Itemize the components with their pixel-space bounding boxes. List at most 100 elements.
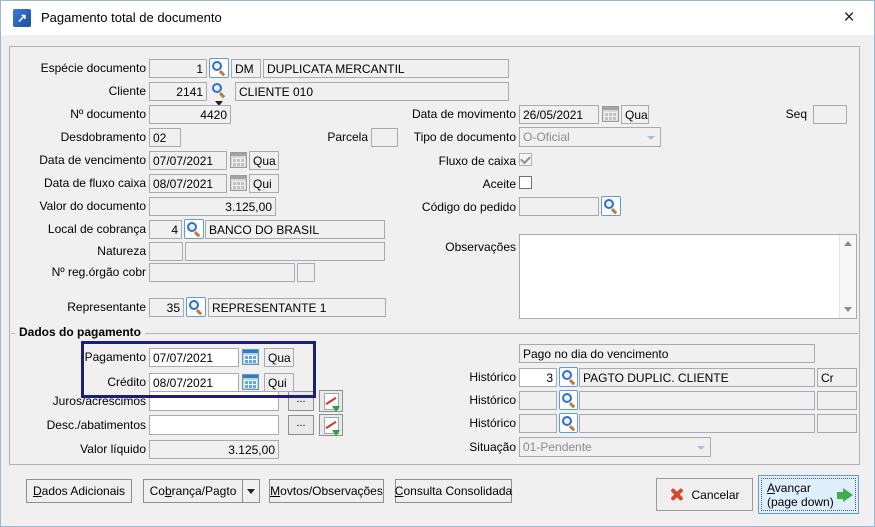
chevron-down-icon [647, 136, 655, 140]
movtos-observacoes-label: Movtos/Observações [270, 484, 383, 498]
search-icon [561, 370, 576, 384]
codigo-pedido-label: Código do pedido [421, 200, 516, 214]
num-documento-field: 4420 [149, 105, 231, 124]
seq-field [813, 105, 847, 124]
advance-arrow-icon [843, 487, 853, 502]
chevron-down-icon [247, 488, 255, 494]
data-movimento-field: 26/05/2021 [519, 105, 599, 124]
desdobramento-label: Desdobramento [60, 130, 146, 144]
cancelar-button[interactable]: Cancelar [656, 478, 753, 511]
historico1-desc-field: PAGTO DUPLIC. CLIENTE [579, 368, 815, 387]
parcela-label: Parcela [327, 130, 368, 144]
data-vencimento-label: Data de vencimento [39, 153, 146, 167]
consulta-consolidada-button[interactable]: Consulta Consolidada [395, 479, 512, 503]
historico1-tipo-field: Cr [817, 368, 857, 387]
chevron-down-icon [697, 446, 705, 450]
natureza-desc-field [185, 242, 385, 261]
num-reg-label: Nº reg.órgão cobr [51, 265, 146, 279]
search-icon [187, 222, 201, 236]
calendar-icon[interactable] [242, 374, 259, 390]
descontos-calc-button[interactable] [319, 414, 343, 436]
natureza-label: Natureza [97, 244, 146, 258]
descontos-input[interactable] [149, 415, 279, 435]
especie-code-field: DM [231, 59, 261, 78]
historico2-value-field [519, 391, 557, 410]
local-cobranca-value-field: 4 [149, 220, 182, 239]
especie-value-field: 1 [149, 59, 207, 78]
scrollbar[interactable] [839, 235, 856, 318]
historico3-label: Histórico [469, 416, 516, 430]
search-icon [604, 199, 618, 213]
tipo-documento-select: O-Oficial [519, 127, 661, 147]
window-title: Pagamento total de documento [41, 10, 222, 25]
cliente-value-field: 2141 [149, 82, 207, 101]
historico2-search-button[interactable] [559, 390, 578, 410]
pagamento-date-field[interactable]: 07/07/2021 [149, 348, 239, 367]
historico2-label: Histórico [469, 393, 516, 407]
credito-label: Crédito [107, 375, 146, 389]
chart-sheet-icon [323, 392, 340, 412]
pagamento-day: Qua [264, 348, 294, 367]
payment-section-legend: Dados do pagamento [15, 325, 146, 339]
historico1-value-field[interactable]: 3 [519, 368, 557, 387]
historico1-label: Histórico [469, 370, 516, 384]
historico3-desc-field [579, 414, 815, 433]
representante-desc-field: REPRESENTANTE 1 [208, 298, 386, 317]
consulta-consolidada-label: Consulta Consolidada [394, 484, 513, 498]
scroll-down-icon[interactable] [844, 307, 852, 312]
valor-liquido-field: 3.125,00 [149, 440, 279, 459]
credito-day: Qui [264, 373, 294, 392]
num-reg-field2 [297, 263, 315, 282]
fluxo-caixa-label: Fluxo de caixa [438, 154, 516, 168]
avancar-button[interactable]: Avançar (page down) [758, 475, 859, 514]
historico3-tipo-field [817, 414, 857, 433]
credito-date-field[interactable]: 08/07/2021 [149, 373, 239, 392]
search-icon [212, 61, 226, 75]
fluxo-caixa-checkbox [519, 153, 532, 166]
representante-search-button[interactable] [186, 297, 206, 317]
cliente-desc-field: CLIENTE 010 [235, 82, 509, 101]
cobranca-pagto-dropdown-button[interactable] [242, 479, 260, 503]
data-movimento-day: Qua [621, 105, 649, 124]
representante-label: Representante [67, 300, 146, 314]
seq-label: Seq [785, 107, 807, 121]
calendar-icon [230, 152, 247, 168]
cancelar-label: Cancelar [691, 487, 740, 502]
descontos-label: Desc./abatimentos [46, 418, 146, 432]
data-fluxo-label: Data de fluxo caixa [43, 176, 146, 190]
juros-calc-button[interactable] [319, 390, 343, 412]
movtos-observacoes-button[interactable]: Movtos/Observações [269, 479, 384, 503]
historico3-search-button[interactable] [559, 413, 578, 433]
historico1-search-button[interactable] [559, 367, 578, 387]
search-icon [189, 300, 203, 314]
valor-liquido-label: Valor líquido [80, 442, 146, 456]
avancar-line2: (page down) [767, 495, 834, 509]
avancar-line1: Avançar [767, 481, 811, 495]
search-icon [561, 393, 576, 407]
local-cobranca-search-button[interactable] [184, 219, 204, 239]
app-icon-glyph: ↗ [16, 11, 28, 25]
cliente-search-icon[interactable] [212, 83, 228, 99]
close-icon[interactable]: × [835, 5, 863, 31]
historico2-desc-field [579, 391, 815, 410]
scroll-up-icon[interactable] [844, 241, 852, 246]
valor-documento-label: Valor do documento [39, 199, 146, 213]
situacao-select: 01-Pendente [519, 437, 711, 457]
calendar-icon [230, 175, 247, 191]
calendar-icon[interactable] [242, 349, 259, 365]
natureza-value-field [149, 242, 183, 261]
codigo-pedido-field [519, 197, 599, 216]
data-vencimento-field: 07/07/2021 [149, 151, 227, 170]
observacoes-textarea[interactable] [519, 234, 857, 319]
calendar-icon [602, 106, 619, 122]
descontos-more-button[interactable]: ... [288, 415, 314, 435]
local-cobranca-label: Local de cobrança [47, 222, 146, 236]
valor-documento-field: 3.125,00 [149, 197, 276, 216]
historico2-tipo-field [817, 391, 857, 410]
cliente-label: Cliente [108, 84, 146, 98]
aceite-checkbox[interactable] [519, 176, 532, 189]
dados-adicionais-button[interactable]: Dados Adicionais [26, 479, 132, 503]
especie-search-button[interactable] [209, 58, 229, 78]
codigo-pedido-search-button[interactable] [601, 196, 621, 216]
cobranca-pagto-button[interactable]: Cobrança/Pagto [143, 479, 243, 503]
